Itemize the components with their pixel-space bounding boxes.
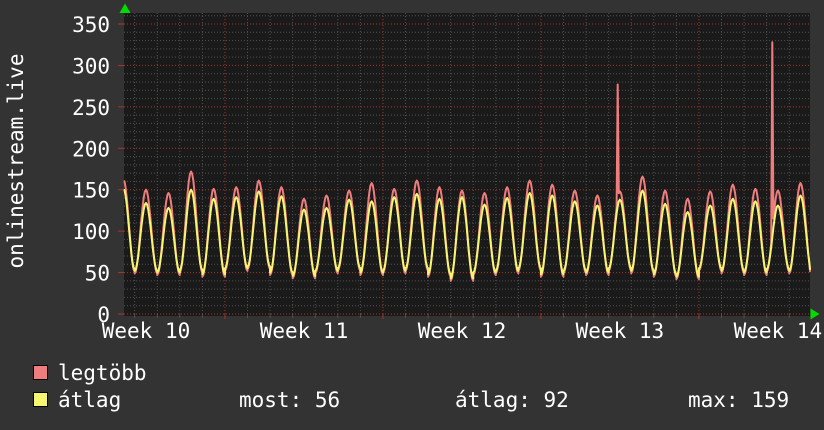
stat-current: most: 56	[239, 388, 341, 412]
y-axis-label: 350	[72, 13, 110, 37]
y-axis-label: 300	[72, 54, 110, 78]
y-axis-label: 200	[72, 137, 110, 161]
x-axis-arrow-icon	[810, 308, 820, 320]
legend-label-atlag: átlag	[58, 388, 122, 412]
y-axis-label: 50	[85, 262, 110, 286]
mrtg-graph-page: onlinestream.live 0 50 100 150 200 250 300 350 W…	[0, 0, 824, 430]
x-axis-label: Week 14	[734, 319, 823, 343]
x-axis-label: Week 12	[418, 319, 507, 343]
traffic-chart: 050100150200250300350Week 10 Week 11 Week …	[72, 3, 823, 343]
y-axis-arrow-icon	[119, 3, 131, 13]
x-axis-label: Week 10	[102, 319, 191, 343]
x-axis-label: Week 11	[260, 319, 349, 343]
stat-max: max: 159	[688, 388, 790, 412]
y-axis-label: 100	[72, 220, 110, 244]
legend-label-legtobb: legtöbb	[58, 361, 147, 385]
legend-swatch-legtobb	[33, 365, 48, 380]
legend-swatch-atlag	[33, 392, 48, 407]
y-axis-label: 250	[72, 96, 110, 120]
y-axis-label: 150	[72, 179, 110, 203]
stat-average: átlag: 92	[455, 388, 569, 412]
x-axis-label: Week 13	[576, 319, 665, 343]
